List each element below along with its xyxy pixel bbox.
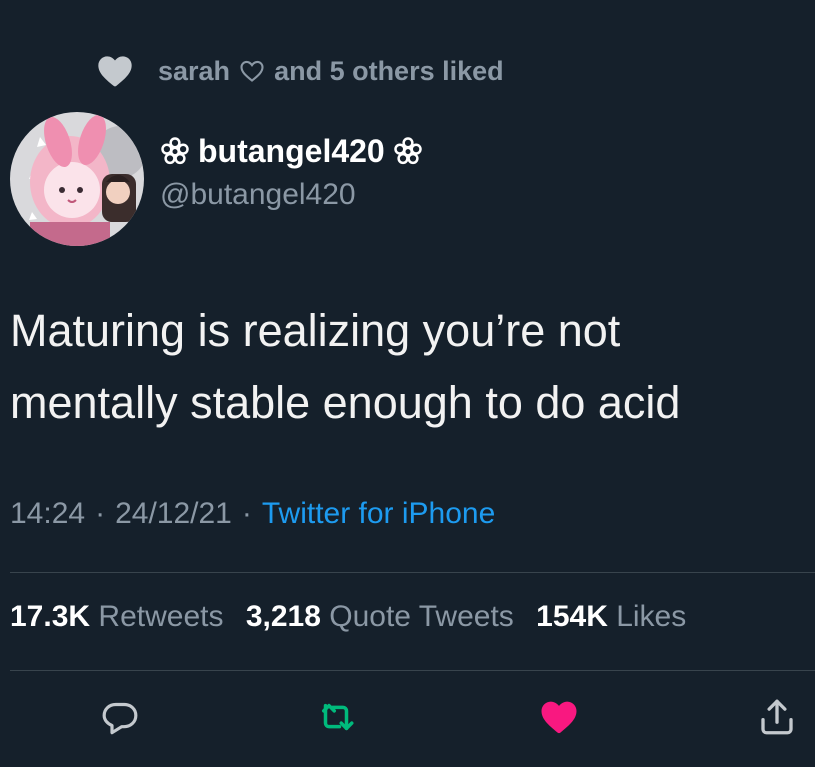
avatar[interactable] <box>10 112 144 246</box>
handle[interactable]: @butangel420 <box>160 178 431 212</box>
tweet-source-link[interactable]: Twitter for iPhone <box>262 497 495 531</box>
retweet-icon <box>322 703 354 731</box>
divider <box>10 670 815 671</box>
share-button[interactable] <box>755 695 799 739</box>
heart-filled-icon <box>541 701 577 734</box>
flower-icon <box>161 137 189 165</box>
flower-icon <box>393 137 422 165</box>
tweet-text: Maturing is realizing you’re not mentall… <box>10 295 810 439</box>
tweet-line: Maturing is realizing you’re not <box>10 305 621 356</box>
quote-tweets-stat[interactable]: 3,218 Quote Tweets <box>246 600 514 633</box>
tweet-meta: 14:24 · 24/12/21 · Twitter for iPhone <box>10 497 495 531</box>
quote-tweets-label: Quote Tweets <box>329 600 514 633</box>
author-block[interactable]: butangel420 @butangel420 <box>10 112 431 246</box>
share-icon <box>761 699 793 735</box>
tweet-date[interactable]: 24/12/21 <box>115 497 232 531</box>
social-context[interactable]: sarah and 5 others liked <box>95 50 504 92</box>
retweets-count: 17.3K <box>10 600 91 633</box>
tweet-time[interactable]: 14:24 <box>10 497 85 531</box>
action-bar <box>0 695 815 745</box>
like-button[interactable] <box>537 695 581 739</box>
reply-button[interactable] <box>98 695 142 739</box>
retweets-label: Retweets <box>98 600 224 633</box>
reply-icon <box>102 702 138 735</box>
meta-separator: · <box>95 497 106 530</box>
quote-tweets-count: 3,218 <box>245 600 321 633</box>
divider <box>10 572 815 573</box>
likes-label: Likes <box>616 600 687 633</box>
tweet-line: mentally stable enough to do acid <box>10 377 681 428</box>
retweet-button[interactable] <box>314 695 358 739</box>
meta-separator: · <box>241 497 252 530</box>
display-name[interactable]: butangel420 <box>160 130 431 172</box>
heart-outline-icon <box>240 60 264 82</box>
retweets-stat[interactable]: 17.3K Retweets <box>10 600 223 633</box>
liked-suffix: and 5 others liked <box>274 55 504 86</box>
heart-filled-icon <box>98 56 132 87</box>
likes-count: 154K <box>536 600 608 633</box>
liker-name[interactable]: sarah <box>158 56 230 87</box>
engagement-stats: 17.3K Retweets 3,218 Quote Tweets 154K L… <box>10 600 700 634</box>
display-name-text: butangel420 <box>198 132 385 169</box>
likes-stat[interactable]: 154K Likes <box>536 600 686 633</box>
